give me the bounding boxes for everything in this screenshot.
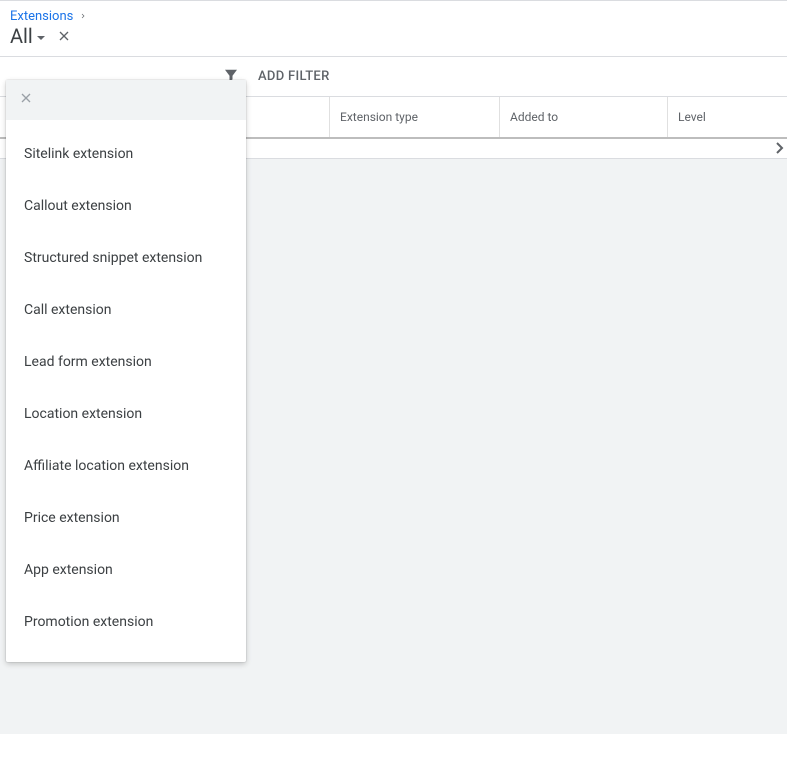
add-filter-button[interactable]: ADD FILTER [258,69,330,84]
filter-row: All [0,24,787,56]
dropdown-list: Sitelink extension Callout extension Str… [6,120,246,662]
dropdown-header [6,80,246,120]
table-header-extension-type[interactable]: Extension type [330,97,500,137]
chevron-right-icon [79,9,87,24]
caret-down-icon [36,24,46,48]
dropdown-item-location[interactable]: Location extension [6,388,246,440]
dropdown-item-affiliate-location[interactable]: Affiliate location extension [6,440,246,492]
breadcrumb: Extensions [0,1,787,24]
table-header-level[interactable]: Level [668,97,787,137]
close-dropdown-button[interactable] [18,90,34,110]
clear-filter-button[interactable] [56,28,72,44]
dropdown-item-app[interactable]: App extension [6,544,246,596]
dropdown-item-structured-snippet[interactable]: Structured snippet extension [6,232,246,284]
dropdown-item-price[interactable]: Price extension [6,492,246,544]
filter-current-label: All [10,24,33,48]
breadcrumb-link-extensions[interactable]: Extensions [10,9,73,24]
dropdown-item-lead-form[interactable]: Lead form extension [6,336,246,388]
filter-dropdown[interactable]: All [10,24,46,48]
dropdown-item-call[interactable]: Call extension [6,284,246,336]
table-header-added-to[interactable]: Added to [500,97,668,137]
dropdown-item-sitelink[interactable]: Sitelink extension [6,128,246,180]
add-filter-label: ADD FILTER [258,69,330,84]
scroll-right-indicator[interactable] [775,141,785,158]
dropdown-item-promotion[interactable]: Promotion extension [6,596,246,648]
dropdown-item-callout[interactable]: Callout extension [6,180,246,232]
extension-type-dropdown: Sitelink extension Callout extension Str… [6,80,246,662]
